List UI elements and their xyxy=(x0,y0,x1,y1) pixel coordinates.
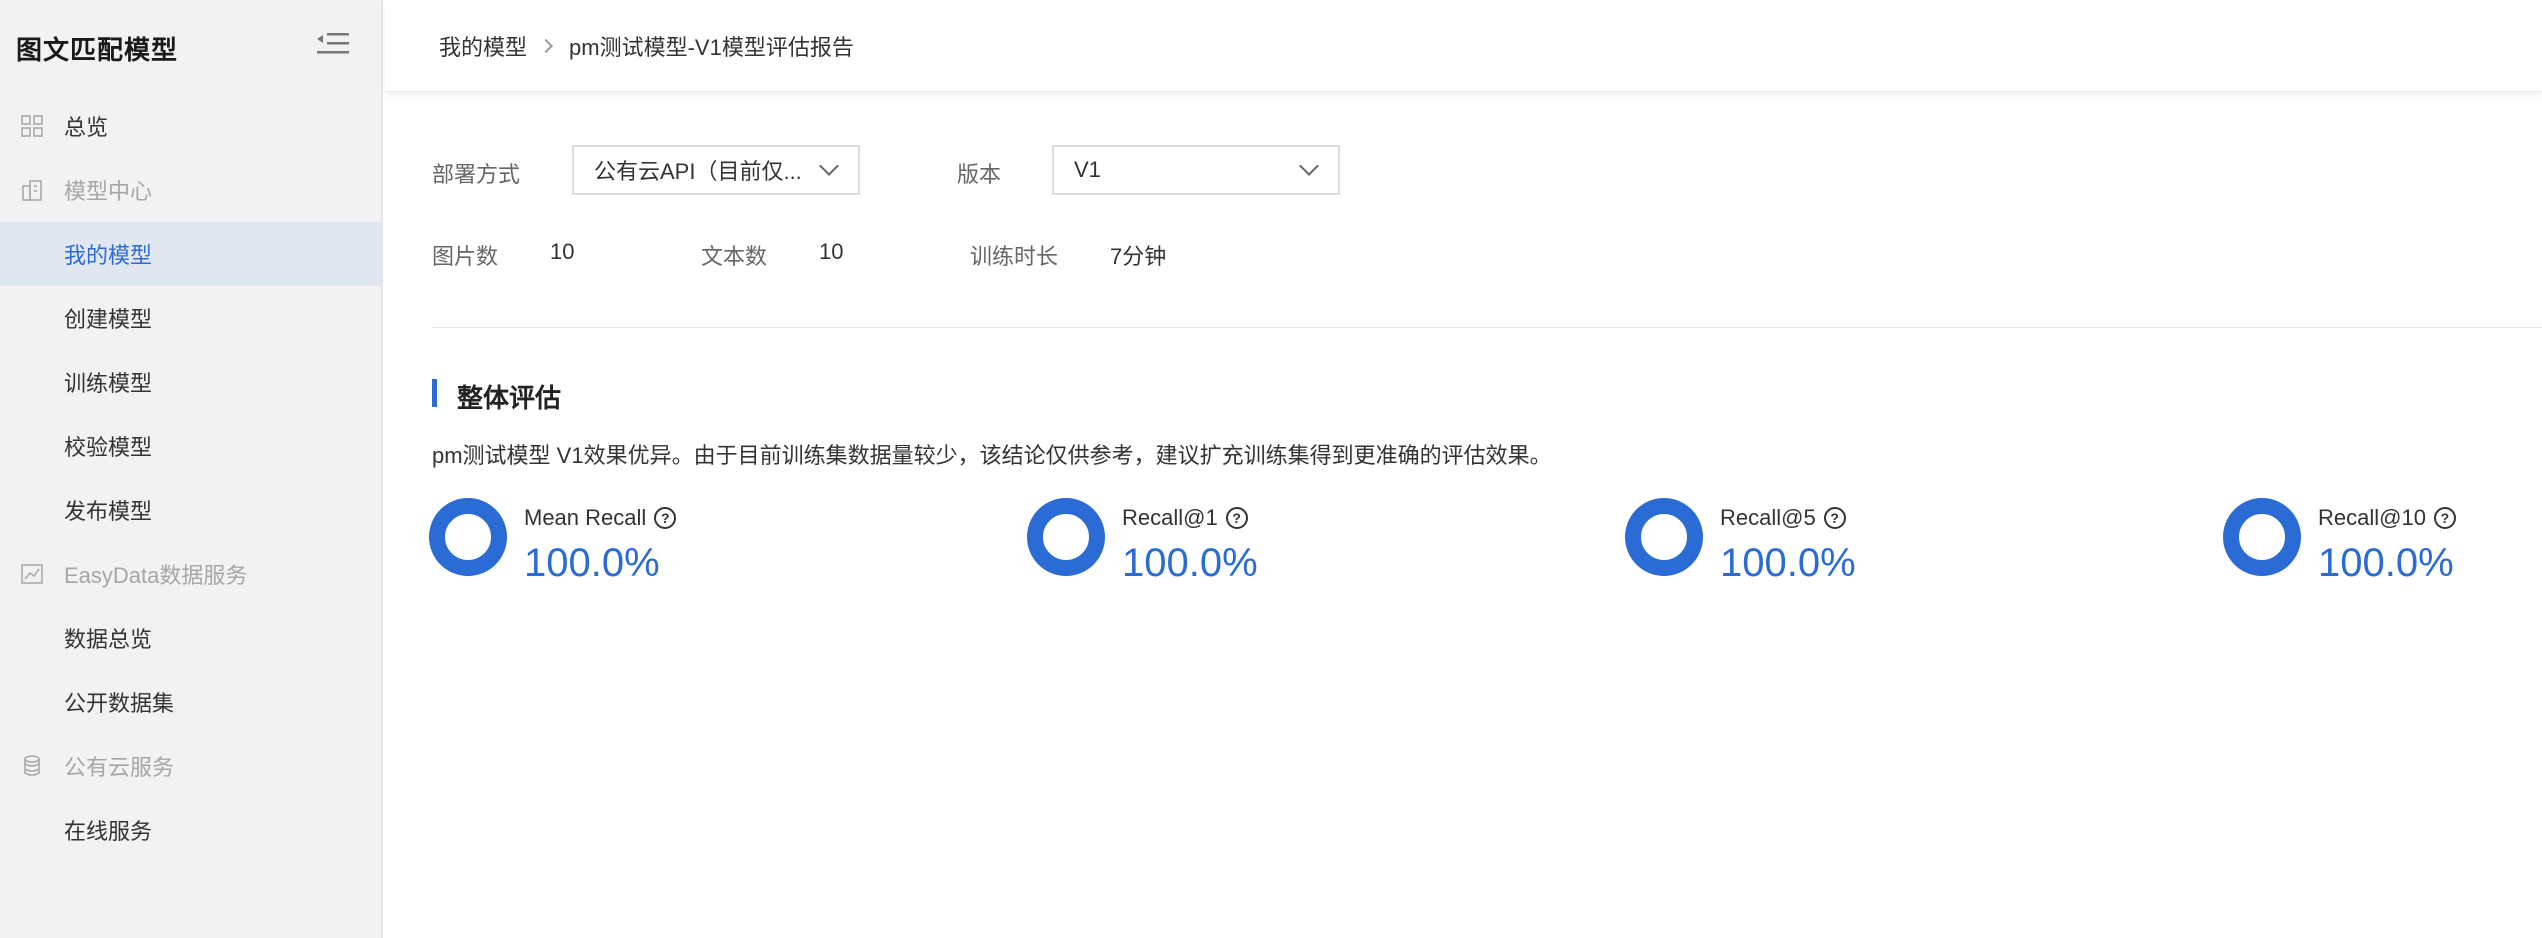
version-select[interactable]: V1 xyxy=(1052,145,1340,195)
top-bar: 我的模型 pm测试模型-V1模型评估报告 xyxy=(385,0,2542,92)
version-value: V1 xyxy=(1074,157,1101,182)
sidebar-group-label: 模型中心 xyxy=(64,179,153,204)
donut-ring-icon xyxy=(1027,498,1105,576)
section-title: 整体评估 xyxy=(457,383,562,413)
sidebar-item-label: 校验模型 xyxy=(64,435,153,460)
metric-recall-at-1: Recall@1 ? 100.0% xyxy=(1026,497,1426,587)
metric-name-row: Recall@5 ? xyxy=(1720,505,1846,531)
image-count-label: 图片数 xyxy=(432,244,499,269)
sidebar: 图文匹配模型 总览 模型中心 我的模型 创建模型 训练模型 校验模型 发布模型 … xyxy=(0,0,383,938)
grid-icon xyxy=(21,115,43,137)
sidebar-menu: 总览 模型中心 我的模型 创建模型 训练模型 校验模型 发布模型 EasyDat… xyxy=(0,94,381,862)
sidebar-group-public-cloud[interactable]: 公有云服务 xyxy=(0,734,381,798)
sidebar-item-label: 数据总览 xyxy=(64,627,153,652)
metric-value: 100.0% xyxy=(524,541,660,585)
metric-recall-at-5: Recall@5 ? 100.0% xyxy=(1624,497,2024,587)
sidebar-group-label: EasyData数据服务 xyxy=(64,563,248,588)
sidebar-group-label: 公有云服务 xyxy=(64,755,175,780)
database-icon xyxy=(24,755,40,776)
help-icon[interactable]: ? xyxy=(2433,507,2456,529)
chevron-down-icon xyxy=(819,156,839,176)
breadcrumb-parent-link[interactable]: 我的模型 xyxy=(439,30,527,62)
metric-name: Recall@1 xyxy=(1122,505,1218,530)
sidebar-item-public-datasets[interactable]: 公开数据集 xyxy=(0,670,381,734)
sidebar-item-create-model[interactable]: 创建模型 xyxy=(0,286,381,350)
training-duration-value: 7分钟 xyxy=(1110,244,1167,269)
image-count-value: 10 xyxy=(550,239,575,264)
evaluation-summary: pm测试模型 V1效果优异。由于目前训练集数据量较少，该结论仅供参考，建议扩充训… xyxy=(432,443,1552,468)
sidebar-item-my-models[interactable]: 我的模型 xyxy=(0,222,381,286)
donut-ring-icon xyxy=(429,498,507,576)
sidebar-item-publish-model[interactable]: 发布模型 xyxy=(0,478,381,542)
sidebar-item-online-service[interactable]: 在线服务 xyxy=(0,798,381,862)
app-title: 图文匹配模型 xyxy=(16,35,179,65)
sidebar-group-model-center[interactable]: 模型中心 xyxy=(0,158,381,222)
metric-name: Mean Recall xyxy=(524,505,647,530)
deploy-method-select[interactable]: 公有云API（目前仅... xyxy=(572,145,860,195)
metric-name: Recall@5 xyxy=(1720,505,1816,530)
sidebar-item-validate-model[interactable]: 校验模型 xyxy=(0,414,381,478)
version-label: 版本 xyxy=(957,162,1002,187)
sidebar-item-label: 创建模型 xyxy=(64,307,153,332)
metric-name-row: Recall@1 ? xyxy=(1122,505,1248,531)
metric-recall-at-10: Recall@10 ? 100.0% xyxy=(2222,497,2532,587)
metric-name-row: Recall@10 ? xyxy=(2318,505,2456,531)
divider xyxy=(432,327,2542,328)
sidebar-header: 图文匹配模型 xyxy=(0,0,381,94)
breadcrumb-current: pm测试模型-V1模型评估报告 xyxy=(569,35,854,60)
training-duration-label: 训练时长 xyxy=(970,244,1059,269)
metric-mean-recall: Mean Recall ? 100.0% xyxy=(428,497,828,587)
sidebar-item-train-model[interactable]: 训练模型 xyxy=(0,350,381,414)
chevron-right-icon xyxy=(538,38,554,54)
sidebar-item-overview[interactable]: 总览 xyxy=(0,94,381,158)
sidebar-item-label: 总览 xyxy=(64,115,109,140)
breadcrumb: 我的模型 pm测试模型-V1模型评估报告 xyxy=(439,30,854,62)
sidebar-item-label: 我的模型 xyxy=(64,243,153,268)
sidebar-item-label: 公开数据集 xyxy=(64,691,175,716)
section-accent-bar xyxy=(432,379,437,407)
metric-name-row: Mean Recall ? xyxy=(524,505,677,531)
donut-ring-icon xyxy=(2223,498,2301,576)
sidebar-group-easydata[interactable]: EasyData数据服务 xyxy=(0,542,381,606)
chevron-down-icon xyxy=(1299,156,1319,176)
help-icon[interactable]: ? xyxy=(1823,507,1846,529)
sidebar-item-label: 训练模型 xyxy=(64,371,153,396)
metric-value: 100.0% xyxy=(1122,541,1258,585)
building-icon xyxy=(22,180,42,201)
help-icon[interactable]: ? xyxy=(1225,507,1248,529)
deploy-method-value: 公有云API（目前仅... xyxy=(594,159,802,184)
help-icon[interactable]: ? xyxy=(654,507,677,529)
metric-name: Recall@10 xyxy=(2318,505,2426,530)
menu-collapse-icon[interactable] xyxy=(315,30,351,58)
metric-value: 100.0% xyxy=(2318,541,2454,585)
chart-icon xyxy=(21,564,43,584)
sidebar-item-data-overview[interactable]: 数据总览 xyxy=(0,606,381,670)
sidebar-item-label: 发布模型 xyxy=(64,499,153,524)
donut-ring-icon xyxy=(1625,498,1703,576)
text-count-label: 文本数 xyxy=(701,244,768,269)
text-count-value: 10 xyxy=(819,239,844,264)
sidebar-item-label: 在线服务 xyxy=(64,819,153,844)
deploy-method-label: 部署方式 xyxy=(432,162,521,187)
metric-value: 100.0% xyxy=(1720,541,1856,585)
